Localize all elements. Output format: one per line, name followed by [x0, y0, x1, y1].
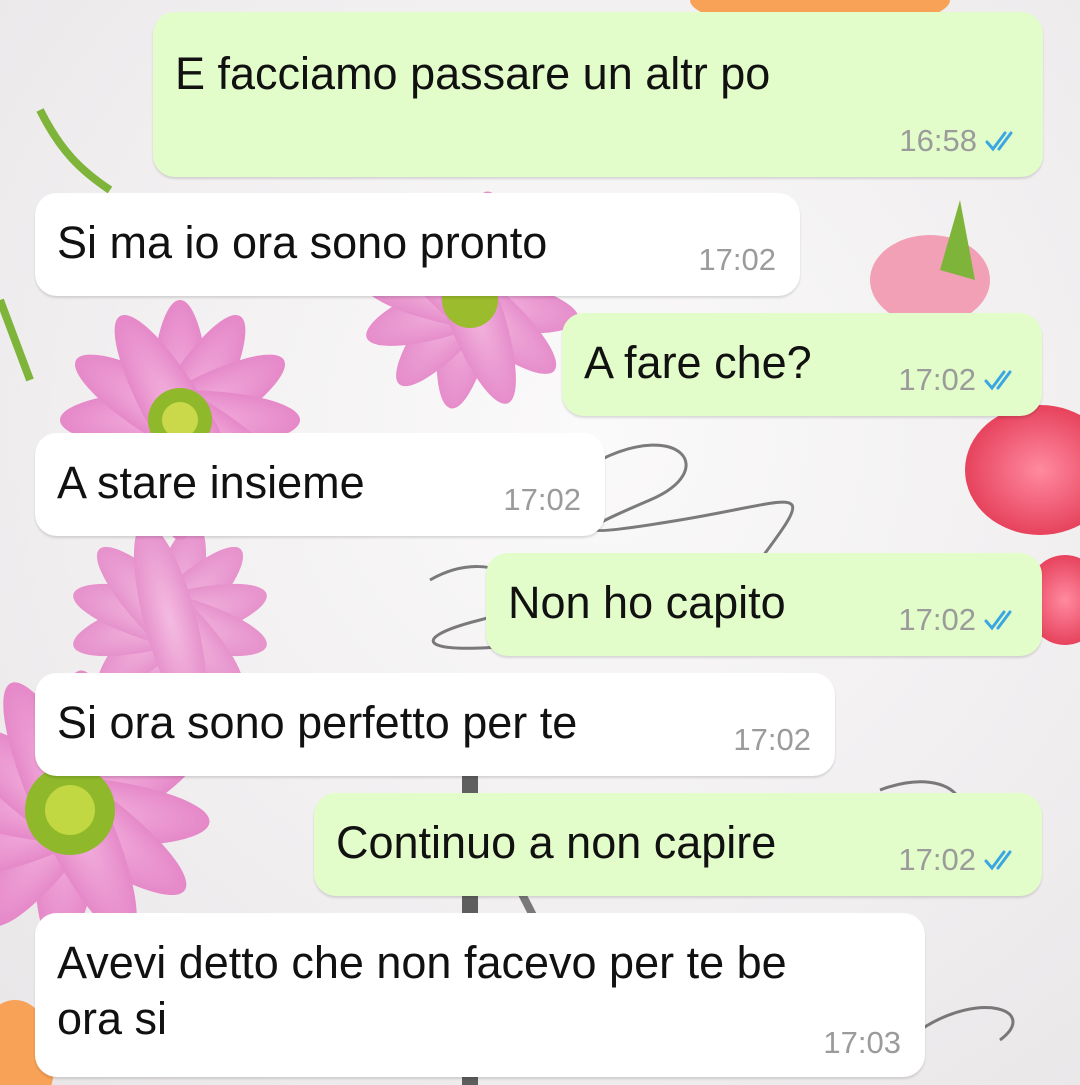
message-time: 17:02 — [733, 722, 811, 757]
message-text: A fare che? — [584, 337, 812, 388]
message-meta: 17:02 — [733, 722, 811, 758]
incoming-message[interactable]: A stare insieme 17:02 — [35, 433, 605, 536]
message-time: 17:03 — [823, 1025, 901, 1060]
message-text: Si ma io ora sono pronto — [57, 217, 548, 268]
incoming-message[interactable]: Si ora sono perfetto per te 17:02 — [35, 673, 835, 776]
message-text: Continuo a non capire — [336, 817, 777, 868]
message-meta: 17:02 — [698, 242, 776, 278]
message-meta: 17:02 — [898, 362, 1020, 398]
message-text: E facciamo passare un altr po — [175, 48, 771, 99]
message-time: 17:02 — [698, 242, 776, 277]
message-time: 17:02 — [503, 482, 581, 517]
message-time: 17:02 — [898, 842, 976, 877]
outgoing-message[interactable]: Continuo a non capire 17:02 — [314, 793, 1042, 896]
double-check-read-icon — [984, 370, 1012, 391]
message-meta: 17:02 — [898, 602, 1020, 638]
outgoing-message[interactable]: Non ho capito 17:02 — [486, 553, 1042, 656]
message-meta: 16:58 — [899, 123, 1021, 159]
message-text: Si ora sono perfetto per te — [57, 697, 578, 748]
message-meta: 17:03 — [823, 1025, 901, 1061]
message-text: Avevi detto che non facevo per te be ora… — [57, 937, 787, 1044]
incoming-message[interactable]: Si ma io ora sono pronto 17:02 — [35, 193, 800, 296]
message-time: 17:02 — [898, 362, 976, 397]
message-text: A stare insieme — [57, 457, 365, 508]
message-text: Non ho capito — [508, 577, 786, 628]
incoming-message[interactable]: Avevi detto che non facevo per te be ora… — [35, 913, 925, 1077]
double-check-read-icon — [984, 850, 1012, 871]
outgoing-message[interactable]: A fare che? 17:02 — [562, 313, 1042, 416]
message-time: 16:58 — [899, 123, 977, 158]
message-meta: 17:02 — [898, 842, 1020, 878]
outgoing-message[interactable]: E facciamo passare un altr po 16:58 — [153, 12, 1043, 177]
double-check-read-icon — [984, 610, 1012, 631]
double-check-read-icon — [985, 131, 1013, 152]
message-meta: 17:02 — [503, 482, 581, 518]
message-list[interactable]: E facciamo passare un altr po 16:58 Si m… — [0, 0, 1080, 1085]
message-time: 17:02 — [898, 602, 976, 637]
